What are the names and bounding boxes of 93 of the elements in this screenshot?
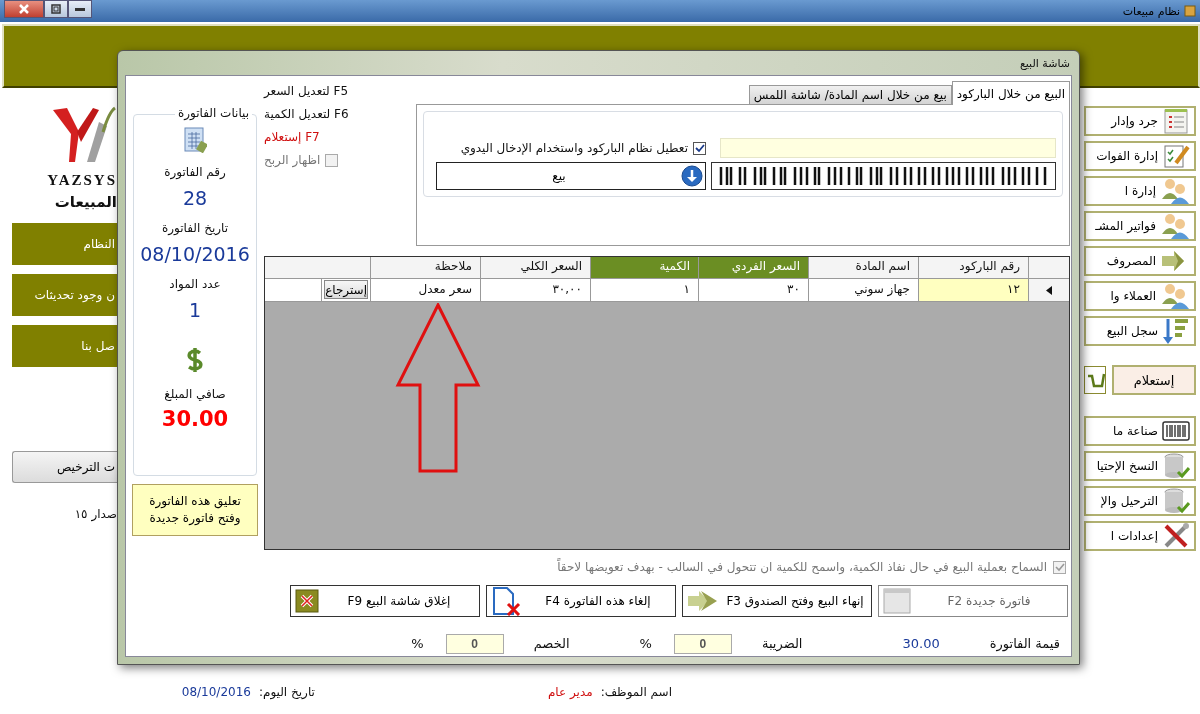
checkbox-label: اظهار الربح	[264, 153, 321, 167]
logo-text: YAZSYS	[47, 172, 117, 189]
checklist-pencil-icon	[1162, 143, 1190, 169]
nav-button[interactable]: إدارة الفوات	[1084, 141, 1196, 171]
minimize-button[interactable]	[68, 0, 92, 18]
close-icon	[17, 3, 31, 15]
column-header[interactable]: الكمية	[590, 257, 698, 278]
document-delete-icon	[491, 585, 521, 616]
field-label: عدد المواد	[169, 277, 221, 291]
checklist-icon	[1162, 108, 1190, 134]
field-value: 08/10/2016	[140, 243, 250, 265]
menu-button[interactable]: النظام	[12, 223, 117, 265]
checkbox-label: السماح بعملية البيع في حال نفاذ الكمية، واسمح للكمية ان تتحول في السالب - بهدف تعويضها لاحقاً	[557, 560, 1047, 575]
dialog-title: شاشة البيع	[1019, 56, 1070, 70]
field-value: 28	[182, 187, 208, 209]
suspend-invoice-button[interactable]: تعليق هذه الفاتورة وفتح فاتورة جديدة	[132, 484, 258, 536]
database-icon	[1162, 487, 1190, 515]
close-icon	[295, 588, 319, 613]
invoice-value: 30.00	[902, 636, 940, 652]
nav-button[interactable]: الترحيل والإ	[1084, 486, 1196, 516]
barcode-input-field[interactable]	[720, 138, 1056, 158]
today-date: 08/10/2016	[181, 685, 251, 699]
invoice-value-label: قيمة الفاتورة	[989, 636, 1060, 652]
license-button[interactable]: ت الترخيص	[12, 451, 117, 483]
net-amount: 30.00	[161, 407, 229, 431]
users-icon	[1160, 282, 1190, 310]
table-row[interactable]: ١٢ جهاز سوني ٣٠ ١ ٣٠,٠٠ سعر معدل إسترجاع	[265, 279, 1069, 302]
tab[interactable]: البيع من خلال الباركود	[951, 81, 1070, 105]
users-icon	[1160, 212, 1190, 240]
field-label: صافي المبلغ	[164, 387, 226, 401]
panel-legend: بيانات الفاتورة	[174, 106, 252, 120]
shortcut-hint: F5 لتعديل السعر	[264, 84, 349, 98]
field-label: رقم الفاتورة	[164, 165, 226, 179]
employee-name: مدير عام	[547, 685, 593, 699]
sort-icon	[1162, 317, 1190, 345]
checkbox[interactable]	[693, 141, 706, 155]
row-pointer-icon	[1046, 285, 1052, 295]
sell-button[interactable]: بيع	[436, 162, 706, 190]
restore-button[interactable]	[44, 0, 68, 18]
table-cell: ٣٠,٠٠	[480, 279, 590, 301]
nav-button[interactable]: النسخ الإحتيا	[1084, 451, 1196, 481]
action-button[interactable]: إغلاق شاشة البيع F9	[290, 584, 480, 617]
column-header[interactable]: رقم الباركود	[918, 257, 1028, 278]
minimize-icon	[75, 7, 85, 11]
employee-label: اسم الموظف:	[600, 685, 672, 699]
nav-button[interactable]: صناعة ما	[1084, 416, 1196, 446]
table-cell: سعر معدل	[370, 279, 480, 301]
table-cell: جهاز سوني	[808, 279, 918, 301]
app-icon	[1184, 5, 1196, 17]
shortcut-hint: F7 إستعلام	[264, 130, 320, 144]
query-button[interactable]: إستعلام	[1112, 365, 1196, 395]
table-cell: ١	[590, 279, 698, 301]
window-title: نظام مبيعات	[1122, 4, 1180, 18]
nav-button[interactable]: العملاء وا	[1084, 281, 1196, 311]
invoice-icon	[183, 127, 207, 153]
nav-button[interactable]: إدارة ا	[1084, 176, 1196, 206]
tax-label: الضريبة	[761, 636, 803, 652]
checkbox-label: تعطيل نظام الباركود واستخدام الإدخال اليدوي	[460, 141, 688, 155]
tools-icon	[1162, 522, 1190, 550]
shortcut-hint: F6 لتعديل الكمية	[264, 107, 349, 121]
action-button[interactable]: إنهاء البيع وفتح الصندوق F3	[682, 584, 872, 617]
nav-button[interactable]: جرد وإدار	[1084, 106, 1196, 136]
window-icon	[883, 587, 911, 614]
barcode-icon	[1162, 421, 1190, 441]
date-label: تاريخ اليوم:	[258, 685, 315, 699]
tab[interactable]: بيع من خلال اسم المادة/ شاشة اللمس	[748, 85, 952, 104]
field-value: 1	[188, 299, 202, 321]
column-header[interactable]: ملاحظة	[370, 257, 480, 278]
discount-unit: %	[411, 636, 424, 652]
column-header[interactable]: السعر الفردي	[698, 257, 808, 278]
menu-button[interactable]: صل بنا	[12, 325, 117, 367]
nav-button[interactable]: فواتير المشـ	[1084, 211, 1196, 241]
tax-input-field[interactable]: 0	[673, 633, 732, 654]
arrows-icon	[687, 588, 719, 613]
version-text: صدار ١٥	[74, 507, 117, 521]
column-header[interactable]: السعر الكلي	[480, 257, 590, 278]
users-icon	[1160, 177, 1190, 205]
restore-icon	[50, 3, 62, 15]
close-button[interactable]	[4, 0, 44, 18]
discount-label: الخصم	[533, 636, 570, 652]
nav-button[interactable]: سجل البيع	[1084, 316, 1196, 346]
table-cell: ٣٠	[698, 279, 808, 301]
section-heading: المبيعات	[54, 193, 117, 211]
return-button[interactable]: إسترجاع	[324, 280, 368, 299]
nav-button[interactable]: إعدادات ا	[1084, 521, 1196, 551]
action-button[interactable]: إلغاء هذه الفاتورة F4	[486, 584, 676, 617]
menu-button[interactable]: ن وجود تحديثات	[12, 274, 117, 316]
field-label: تاريخ الفاتورة	[162, 221, 228, 235]
database-icon	[1162, 452, 1190, 480]
discount-input-field[interactable]: 0	[445, 633, 504, 654]
nav-button[interactable]: المصروف	[1084, 246, 1196, 276]
tax-unit: %	[639, 636, 652, 652]
table-cell: ١٢	[918, 279, 1028, 301]
